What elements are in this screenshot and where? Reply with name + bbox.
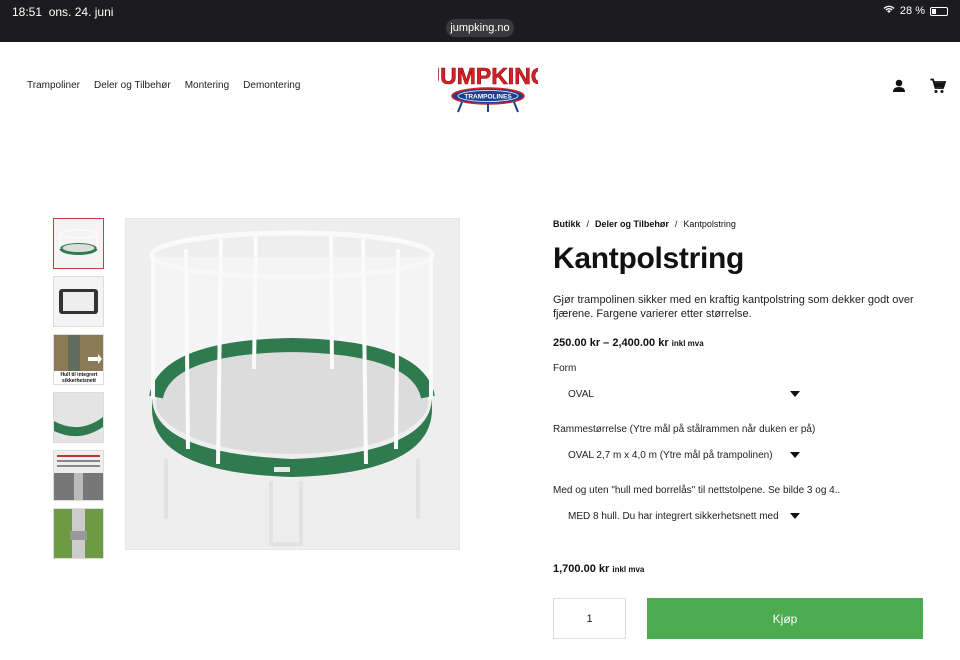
- breadcrumb: Butikk / Deler og Tilbehør / Kantpolstri…: [553, 219, 736, 229]
- nav-montering[interactable]: Montering: [185, 80, 229, 91]
- breadcrumb-category[interactable]: Deler og Tilbehør: [595, 219, 669, 229]
- selected-price: 1,700.00 kr inkl mva: [553, 563, 644, 575]
- thumbnail-5[interactable]: [53, 450, 104, 501]
- thumbnail-3-caption: Hull til integrert sikkerhetsnett: [60, 372, 98, 384]
- status-time: 18:51 ons. 24. juni: [12, 5, 113, 19]
- thumbnail-4[interactable]: [53, 392, 104, 443]
- account-icon[interactable]: [890, 77, 908, 95]
- form-chevron-down-icon[interactable]: [790, 391, 800, 397]
- product-description: Gjør trampolinen sikker med en kraftig k…: [553, 294, 914, 320]
- quantity-input[interactable]: 1: [553, 598, 626, 639]
- breadcrumb-current: Kantpolstring: [683, 219, 736, 229]
- thumbnail-1[interactable]: [53, 218, 104, 269]
- status-indicators: 28 %: [883, 5, 948, 17]
- thumbnail-2[interactable]: [53, 276, 104, 327]
- vat-note: inkl mva: [671, 339, 704, 348]
- battery-text: 28 %: [899, 5, 925, 17]
- form-label: Form: [553, 363, 577, 374]
- size-select[interactable]: OVAL 2,7 m x 4,0 m (Ytre mål på trampoli…: [568, 450, 773, 461]
- page-title: Kantpolstring: [553, 242, 745, 275]
- nav-demontering[interactable]: Demontering: [243, 80, 300, 91]
- jumpking-logo[interactable]: JUMPKING TRAMPOLINES: [438, 56, 538, 114]
- battery-icon: [930, 6, 948, 16]
- logo-sub-text: TRAMPOLINES: [464, 94, 512, 101]
- holes-label: Med og uten "hull med borrelås" til nett…: [553, 485, 841, 496]
- main-nav: Trampoliner Deler og Tilbehør Montering …: [27, 80, 300, 91]
- cart-icon[interactable]: [929, 77, 947, 95]
- date: ons. 24. juni: [48, 5, 114, 19]
- form-select[interactable]: OVAL: [568, 389, 594, 400]
- buy-button[interactable]: Kjøp: [647, 598, 923, 639]
- thumbnail-3[interactable]: Hull til integrert sikkerhetsnett: [53, 334, 104, 385]
- nav-trampoliner[interactable]: Trampoliner: [27, 80, 80, 91]
- url-text: jumpking.no: [450, 22, 510, 34]
- size-chevron-down-icon[interactable]: [790, 452, 800, 458]
- nav-deler-og-tilbehor[interactable]: Deler og Tilbehør: [94, 80, 171, 91]
- holes-chevron-down-icon[interactable]: [790, 513, 800, 519]
- price-range: 250.00 kr – 2,400.00 kr inkl mva: [553, 337, 704, 349]
- thumbnail-6[interactable]: [53, 508, 104, 559]
- address-bar[interactable]: jumpking.no: [446, 19, 514, 37]
- breadcrumb-separator: /: [586, 219, 590, 229]
- product-image[interactable]: [125, 218, 460, 550]
- clock: 18:51: [12, 5, 43, 19]
- price-range-value: 250.00 kr – 2,400.00 kr: [553, 337, 669, 349]
- trampoline-illustration: [126, 219, 459, 549]
- wifi-icon: [883, 5, 895, 17]
- breadcrumb-separator: /: [674, 219, 678, 229]
- holes-select[interactable]: MED 8 hull. Du har integrert sikkerhetsn…: [568, 511, 779, 522]
- size-label: Rammestørrelse (Ytre mål på stålrammen n…: [553, 424, 816, 435]
- thumbnail-list: Hull til integrert sikkerhetsnett: [53, 218, 104, 566]
- logo-brand-text: JUMPKING: [438, 63, 538, 89]
- status-bar: 18:51 ons. 24. juni jumpking.no 28 %: [0, 0, 960, 42]
- selected-price-value: 1,700.00 kr: [553, 563, 610, 575]
- vat-note: inkl mva: [612, 565, 645, 574]
- breadcrumb-home[interactable]: Butikk: [553, 219, 581, 229]
